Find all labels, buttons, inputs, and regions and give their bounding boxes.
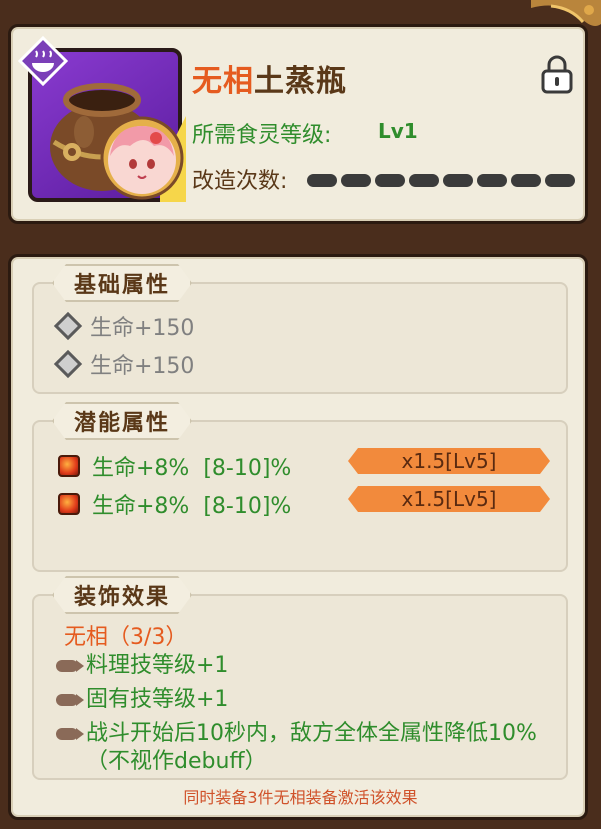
basic-stat-row: 生命+150 <box>53 310 195 342</box>
modify-count-label: 改造次数: <box>192 169 288 194</box>
required-level-value: Lv1 <box>378 119 418 143</box>
pink-hair-girl-avatar <box>100 116 184 200</box>
potential-attributes-title: 潜能属性 <box>52 402 192 440</box>
set-name: 无相（3/3） <box>64 625 188 650</box>
fire-gem-icon <box>58 493 80 515</box>
set-effect-row: 料理技等级+1 <box>56 652 228 680</box>
steam-bowl-icon <box>18 36 68 86</box>
item-name-base: 土蒸瓶 <box>254 64 347 99</box>
potential-stat-text: 生命+8% [8-10]% <box>92 456 292 481</box>
set-effect-text: 固有技等级+1 <box>86 687 229 712</box>
potential-multiplier-badge: x1.5[Lv5] <box>348 448 550 474</box>
item-name: 无相土蒸瓶 <box>192 56 347 100</box>
modify-pip <box>307 174 337 187</box>
potential-stat-row: 生命+8% [8-10]% <box>58 488 291 520</box>
set-activation-hint: 同时装备3件无相装备激活该效果 <box>183 788 418 807</box>
basic-stat-text: 生命+150 <box>90 316 195 341</box>
potential-stat-text: 生命+8% [8-10]% <box>92 494 292 519</box>
required-level-label: 所需食灵等级: <box>192 123 332 148</box>
stat-diamond-icon <box>53 311 83 341</box>
potential-multiplier-badge: x1.5[Lv5] <box>348 486 550 512</box>
modify-pip <box>375 174 405 187</box>
modify-pip <box>477 174 507 187</box>
set-effect-row: 战斗开始后10秒内，敌方全体全属性降低10%（不视作debuff） <box>56 720 556 776</box>
set-effect-text: 料理技等级+1 <box>86 653 229 678</box>
modify-pip <box>545 174 575 187</box>
modify-pip <box>341 174 371 187</box>
fire-gem-icon <box>58 455 80 477</box>
modify-pip <box>409 174 439 187</box>
modify-pip <box>443 174 473 187</box>
item-name-set: 无相 <box>192 64 254 99</box>
set-effect-title: 装饰效果 <box>52 576 192 614</box>
lock-icon[interactable] <box>540 54 574 94</box>
modify-pip <box>511 174 541 187</box>
basic-attributes-title: 基础属性 <box>52 264 192 302</box>
stat-diamond-icon <box>53 349 83 379</box>
potential-stat-row: 生命+8% [8-10]% <box>58 450 291 482</box>
set-effect-row: 固有技等级+1 <box>56 686 228 714</box>
basic-stat-row: 生命+150 <box>53 348 195 380</box>
basic-stat-text: 生命+150 <box>90 354 195 379</box>
modify-count-pips <box>307 174 575 187</box>
fish-bullet-icon <box>56 660 84 672</box>
fish-bullet-icon <box>56 694 84 706</box>
fish-bullet-icon <box>56 728 84 740</box>
set-effect-text: 战斗开始后10秒内，敌方全体全属性降低10%（不视作debuff） <box>86 721 537 774</box>
